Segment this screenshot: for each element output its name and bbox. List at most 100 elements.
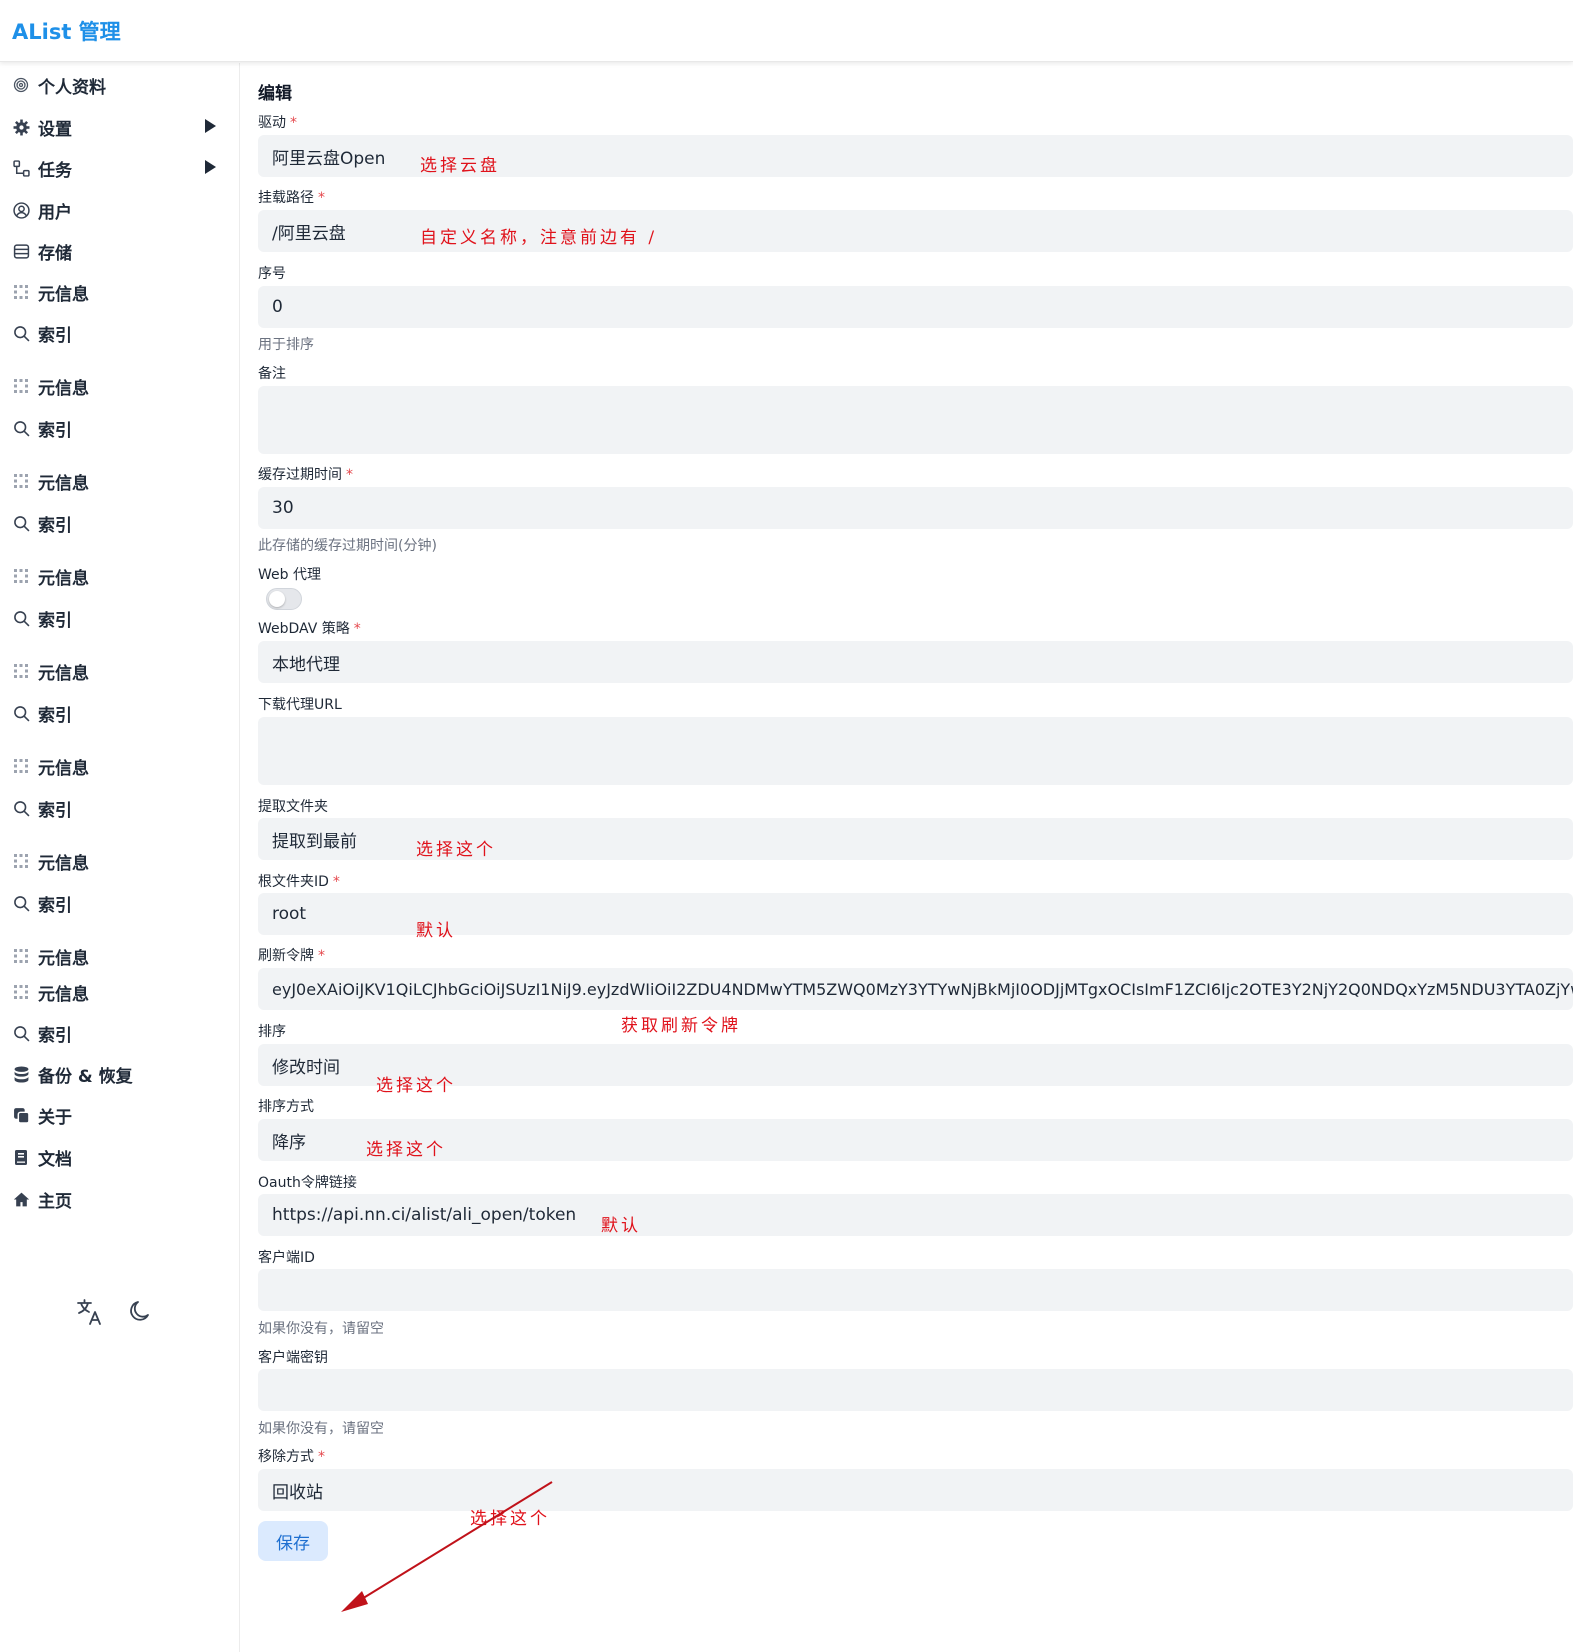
sidebar-item[interactable]: 备份 & 恢复 [0,739,239,746]
sidebar-item[interactable]: 元信息 [0,749,239,783]
sidebar-item-label: 元信息 [38,853,89,874]
sidebar-item[interactable]: 索引 [0,886,239,920]
root-folder-id-label: 根文件夹ID * [258,874,340,890]
sidebar-item-label: 索引 [38,705,72,726]
webdav-policy-label: WebDAV 策略 * [258,621,361,637]
caret-right-icon[interactable] [205,160,216,174]
client-id-input[interactable] [258,1269,1573,1311]
oauth-token-url-input[interactable]: https://api.nn.ci/alist/ali_open/token [258,1194,1573,1236]
top-header: AList 管理 [0,0,1573,62]
moon-icon[interactable] [122,1294,158,1330]
sidebar-item[interactable]: 索引 [0,506,239,540]
user-icon [12,201,30,219]
sidebar-item[interactable]: 元信息 [0,975,239,1009]
driver-label: 驱动 * [258,115,297,131]
sidebar-item-label: 备份 & 恢复 [38,364,133,367]
sidebar-item[interactable]: 文档 [0,1140,239,1174]
search-icon [12,704,30,722]
caret-right-icon[interactable] [205,119,216,133]
sidebar-item[interactable]: 备份 & 恢复 [0,929,239,936]
meta-icon [12,983,30,1001]
sidebar-item[interactable]: 备份 & 恢复 [0,549,239,557]
save-button[interactable]: 保存 [258,1521,328,1561]
annotation-order-by: 选择这个 [376,1076,456,1096]
meta-icon [12,283,30,301]
sidebar-item[interactable]: 任务 [0,151,239,185]
search-icon [12,514,30,532]
web-proxy-toggle[interactable] [266,588,302,610]
sidebar-item[interactable]: 备份 & 恢复 [0,644,239,651]
order-direction-select[interactable]: 降序 [258,1119,1573,1161]
sidebar: 个人资料设置任务用户存储元信息索引备份 & 恢复元信息索引备份 & 恢复元信息索… [0,63,240,1652]
sidebar-item[interactable]: 主页 [0,1182,239,1216]
download-proxy-url-textarea[interactable] [258,717,1573,785]
sidebar-item[interactable]: 元信息 [0,464,239,498]
translate-icon[interactable] [72,1294,108,1330]
sidebar-item[interactable]: 索引 [0,316,239,350]
sidebar-item[interactable]: 索引 [0,791,239,825]
annotation-refresh-token: 获取刷新令牌 [621,1016,741,1036]
app-brand[interactable]: AList 管理 [12,16,121,46]
sidebar-item-label: 主页 [38,1191,72,1212]
sidebar-item[interactable]: 索引 [0,696,239,730]
sidebar-item-label: 备份 & 恢复 [38,839,133,842]
sidebar-item[interactable]: 备份 & 恢复 [0,1057,239,1091]
sidebar-item[interactable]: 元信息 [0,275,239,309]
sidebar-item-label: 索引 [38,420,72,441]
sidebar-item[interactable]: 备份 & 恢复 [0,834,239,842]
meta-icon [12,567,30,585]
order-input[interactable]: 0 [258,286,1573,328]
sidebar-item-label: 元信息 [38,663,89,684]
sidebar-item-label: 索引 [38,325,72,346]
sidebar-item-label: 个人资料 [38,77,106,98]
remove-way-select[interactable]: 回收站 [258,1469,1573,1511]
remark-textarea[interactable] [258,386,1573,454]
sidebar-item-label: 索引 [38,895,72,916]
sidebar-item-clipped: 备份 & 恢复 [0,644,239,651]
client-secret-input[interactable] [258,1369,1573,1411]
sidebar-item[interactable]: 索引 [0,411,239,445]
oauth-token-url-label: Oauth令牌链接 [258,1175,357,1191]
mount-path-label: 挂载路径 * [258,190,325,206]
sidebar-item[interactable]: 关于 [0,1098,239,1132]
sidebar-item[interactable]: 索引 [0,601,239,635]
refresh-token-input[interactable]: eyJ0eXAiOiJKV1QiLCJhbGciOiJSUzI1NiJ9.eyJ… [258,968,1573,1010]
sidebar-item[interactable]: 索引 [0,1016,239,1050]
form-title: 编辑 [258,84,292,104]
search-icon [12,609,30,627]
sidebar-item-clipped: 备份 & 恢复 [0,739,239,746]
search-icon [12,419,30,437]
sidebar-item[interactable]: 元信息 [0,654,239,688]
sidebar-item[interactable]: 用户 [0,193,239,227]
client-secret-label: 客户端密钥 [258,1350,328,1366]
sidebar-item[interactable]: 元信息 [0,369,239,403]
sidebar-item-label: 元信息 [38,473,89,494]
toggle-knob [269,591,285,607]
extract-folder-label: 提取文件夹 [258,799,328,815]
sidebar-item[interactable]: 存储 [0,234,239,268]
sidebar-item-clipped: 备份 & 恢复 [0,359,239,367]
webdav-policy-select[interactable]: 本地代理 [258,641,1573,683]
sidebar-item[interactable]: 元信息 [0,559,239,593]
search-icon [12,799,30,817]
sidebar-item-label: 元信息 [38,568,89,589]
cache-expiration-input[interactable]: 30 [258,487,1573,529]
sidebar-item[interactable]: 备份 & 恢复 [0,454,239,461]
sidebar-item[interactable]: 备份 & 恢复 [0,359,239,367]
search-icon [12,324,30,342]
sidebar-item-label: 文档 [38,1149,72,1170]
search-icon [12,894,30,912]
sidebar-item[interactable]: 个人资料 [0,68,239,102]
sidebar-item[interactable]: 元信息 [0,844,239,878]
remove-way-label: 移除方式 * [258,1449,325,1465]
annotation-root-folder-id: 默认 [416,921,456,941]
meta-icon [12,472,30,490]
sidebar-item[interactable]: 设置 [0,110,239,144]
book-icon [12,1148,30,1166]
annotation-order-direction: 选择这个 [366,1140,446,1160]
client-secret-hint: 如果你没有，请留空 [258,1421,384,1437]
sidebar-item-label: 备份 & 恢复 [38,554,133,557]
sidebar-item[interactable]: 元信息 [0,939,239,973]
cache-expiration-hint: 此存储的缓存过期时间(分钟) [258,538,437,554]
home-icon [12,1190,30,1208]
